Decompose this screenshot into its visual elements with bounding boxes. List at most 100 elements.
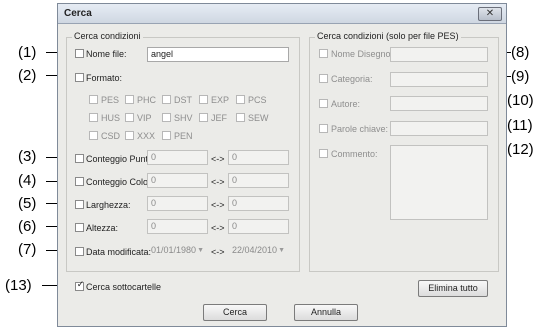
- conteggio-colori-to[interactable]: 0: [228, 173, 289, 188]
- altezza-from[interactable]: 0: [147, 219, 208, 234]
- format-checkbox-pes[interactable]: [89, 95, 98, 104]
- format-checkbox-vip[interactable]: [125, 113, 134, 122]
- commento-textarea[interactable]: [390, 145, 488, 220]
- format-checkbox-pen[interactable]: [162, 131, 171, 140]
- format-label-dst: DST: [174, 95, 192, 105]
- formato-label: Formato:: [86, 73, 123, 83]
- format-label-pen: PEN: [174, 131, 193, 141]
- search-dialog: Cerca ✕ Cerca condizioni Nome file: ange…: [57, 3, 507, 327]
- nome-disegno-checkbox[interactable]: [319, 49, 328, 58]
- conteggio-punti-sep: <->: [211, 154, 225, 164]
- chevron-down-icon: ▼: [197, 247, 204, 254]
- nome-file-label: Nome file:: [86, 49, 127, 59]
- format-checkbox-hus[interactable]: [89, 113, 98, 122]
- callout-13: (13): [5, 277, 32, 294]
- format-label-jef: JEF: [211, 113, 228, 123]
- data-modificata-sep: <->: [211, 247, 225, 257]
- format-label-sew: SEW: [248, 113, 269, 123]
- format-checkbox-shv[interactable]: [162, 113, 171, 122]
- data-modificata-checkbox[interactable]: [75, 247, 84, 256]
- larghezza-sep: <->: [211, 200, 225, 210]
- chevron-down-icon: ▼: [278, 247, 285, 254]
- callout-8: (8): [511, 44, 530, 61]
- callout-2: (2): [18, 67, 37, 84]
- parole-chiave-input[interactable]: [390, 121, 488, 136]
- title-bar: Cerca ✕: [58, 4, 506, 24]
- conteggio-punti-to[interactable]: 0: [228, 150, 289, 165]
- format-checkbox-xxx[interactable]: [125, 131, 134, 140]
- dialog-title: Cerca: [64, 8, 92, 19]
- larghezza-checkbox[interactable]: [75, 200, 84, 209]
- callout-1: (1): [18, 44, 37, 61]
- format-checkbox-dst[interactable]: [162, 95, 171, 104]
- altezza-label: Altezza:: [86, 223, 119, 233]
- annulla-button[interactable]: Annulla: [294, 304, 358, 321]
- commento-label: Commento:: [331, 149, 378, 159]
- format-label-hus: HUS: [101, 113, 121, 123]
- search-conditions-title: Cerca condizioni: [72, 31, 143, 41]
- larghezza-to[interactable]: 0: [228, 196, 289, 211]
- data-modificata-label: Data modificata:: [86, 247, 152, 257]
- callout-7: (7): [18, 241, 37, 258]
- data-modificata-to-value: 22/04/2010: [232, 245, 278, 255]
- autore-label: Autore:: [331, 99, 361, 109]
- format-label-exp: EXP: [211, 95, 230, 105]
- callout-6: (6): [18, 218, 37, 235]
- conteggio-punti-checkbox[interactable]: [75, 154, 84, 163]
- format-checkbox-exp[interactable]: [199, 95, 208, 104]
- elimina-tutto-button[interactable]: Elimina tutto: [418, 280, 488, 297]
- data-modificata-from[interactable]: 01/01/1980 ▼: [147, 243, 208, 258]
- altezza-sep: <->: [211, 223, 225, 233]
- conteggio-colori-label: Conteggio Colori:: [86, 177, 156, 187]
- format-label-vip: VIP: [137, 113, 152, 123]
- close-button[interactable]: ✕: [478, 7, 502, 21]
- callout-11: (11): [507, 117, 533, 134]
- format-checkbox-csd[interactable]: [89, 131, 98, 140]
- nome-disegno-label: Nome Disegno: [331, 49, 391, 59]
- pes-conditions-title: Cerca condizioni (solo per file PES): [315, 31, 461, 41]
- format-label-phc: PHC: [137, 95, 157, 105]
- data-modificata-from-value: 01/01/1980: [151, 245, 197, 255]
- callout-10: (10): [507, 92, 534, 109]
- parole-chiave-label: Parole chiave:: [331, 124, 389, 134]
- format-label-csd: CSD: [101, 131, 121, 141]
- cerca-button[interactable]: Cerca: [203, 304, 267, 321]
- altezza-checkbox[interactable]: [75, 223, 84, 232]
- nome-file-checkbox[interactable]: [75, 49, 84, 58]
- cerca-sottocartelle-checkbox[interactable]: ✓: [75, 279, 85, 291]
- autore-checkbox[interactable]: [319, 99, 328, 108]
- format-checkbox-sew[interactable]: [236, 113, 245, 122]
- larghezza-from[interactable]: 0: [147, 196, 208, 211]
- conteggio-colori-from[interactable]: 0: [147, 173, 208, 188]
- conteggio-punti-from[interactable]: 0: [147, 150, 208, 165]
- categoria-checkbox[interactable]: [319, 74, 328, 83]
- format-checkbox-phc[interactable]: [125, 95, 134, 104]
- close-icon: ✕: [485, 8, 495, 19]
- format-label-pcs: PCS: [248, 95, 267, 105]
- autore-input[interactable]: [390, 96, 488, 111]
- format-label-pes: PES: [101, 95, 120, 105]
- conteggio-punti-label: Conteggio Punti:: [86, 154, 153, 164]
- format-checkbox-jef[interactable]: [199, 113, 208, 122]
- larghezza-label: Larghezza:: [86, 200, 131, 210]
- nome-file-input[interactable]: angel: [147, 47, 289, 62]
- cerca-sottocartelle-label: Cerca sottocartelle: [86, 282, 162, 292]
- categoria-label: Categoria:: [331, 74, 373, 84]
- callout-3: (3): [18, 148, 37, 165]
- callout-9: (9): [511, 68, 530, 85]
- conteggio-colori-sep: <->: [211, 177, 225, 187]
- format-checkbox-pcs[interactable]: [236, 95, 245, 104]
- callout-5: (5): [18, 195, 37, 212]
- parole-chiave-checkbox[interactable]: [319, 124, 328, 133]
- formato-checkbox[interactable]: [75, 73, 84, 82]
- conteggio-colori-checkbox[interactable]: [75, 177, 84, 186]
- callout-4: (4): [18, 172, 37, 189]
- callout-12: (12): [507, 141, 534, 158]
- checkmark-icon: ✓: [76, 279, 85, 289]
- categoria-input[interactable]: [390, 72, 488, 87]
- format-label-xxx: XXX: [137, 131, 156, 141]
- data-modificata-to[interactable]: 22/04/2010 ▼: [228, 243, 289, 258]
- altezza-to[interactable]: 0: [228, 219, 289, 234]
- commento-checkbox[interactable]: [319, 149, 328, 158]
- nome-disegno-input[interactable]: [390, 47, 488, 62]
